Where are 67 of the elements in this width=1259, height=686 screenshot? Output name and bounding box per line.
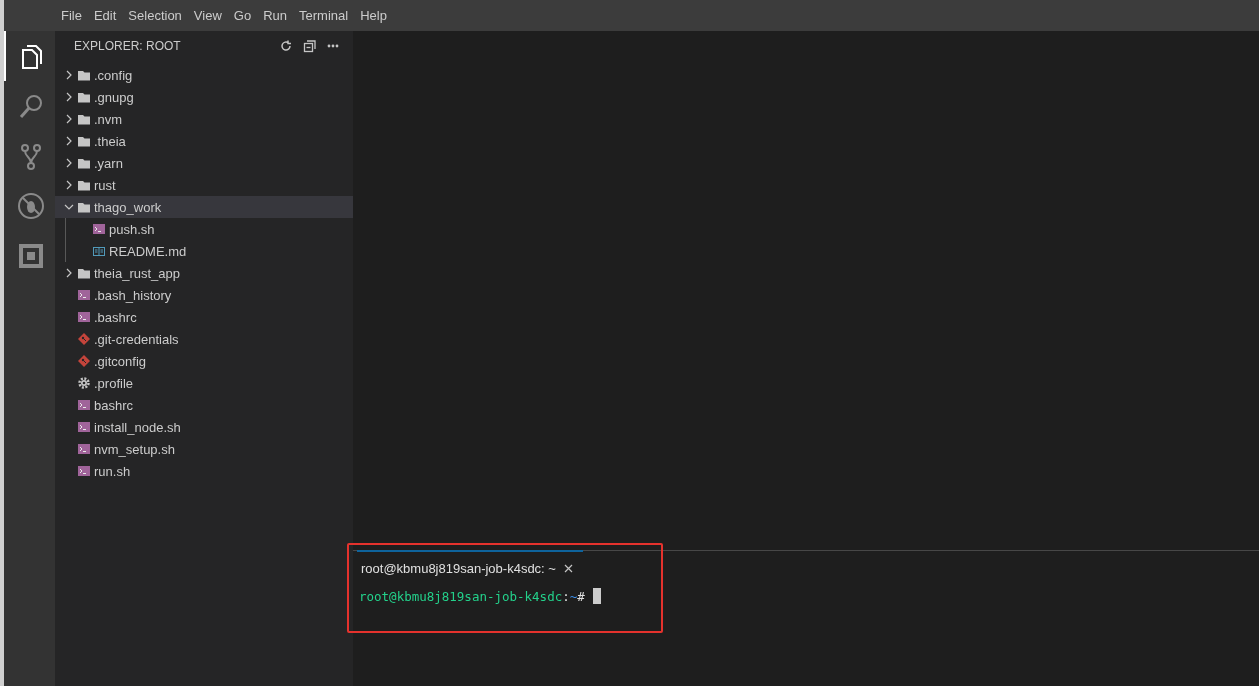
tree-item[interactable]: install_node.sh	[55, 416, 353, 438]
tree-item[interactable]: README.md	[66, 240, 353, 262]
tree-item[interactable]: rust	[55, 174, 353, 196]
text-cursor	[592, 588, 601, 604]
folder-icon	[77, 266, 91, 280]
terminal-tab[interactable]: root@kbmu8j819san-job-k4sdc: ~	[357, 550, 583, 584]
menu-item[interactable]: Terminal	[293, 0, 355, 31]
tree-item[interactable]: .bashrc	[55, 306, 353, 328]
folder-icon	[77, 200, 91, 214]
tree-item[interactable]: push.sh	[66, 218, 353, 240]
chevron-down-icon[interactable]	[64, 202, 74, 212]
tree-item[interactable]: .gitconfig	[55, 350, 353, 372]
explorer-title: EXPLORER: ROOT	[74, 39, 181, 53]
tree-item[interactable]: .git-credentials	[55, 328, 353, 350]
chevron-right-icon[interactable]	[64, 92, 74, 102]
collapse-all-icon[interactable]	[303, 39, 317, 53]
menu-item[interactable]: Run	[257, 0, 293, 31]
tree-item[interactable]: .config	[55, 64, 353, 86]
tree-item[interactable]: .bash_history	[55, 284, 353, 306]
chevron-right-icon[interactable]	[64, 136, 74, 146]
folder-icon	[77, 112, 91, 126]
chevron-right-icon[interactable]	[64, 158, 74, 168]
tree-item[interactable]: thago_work	[55, 196, 353, 218]
chevron-right-icon[interactable]	[64, 268, 74, 278]
tree-item[interactable]: .yarn	[55, 152, 353, 174]
diamond-icon	[77, 332, 91, 346]
book-icon	[92, 244, 106, 258]
extensions-icon[interactable]	[16, 242, 45, 270]
prompt-separator: :	[562, 588, 570, 604]
terminal-file-icon	[77, 398, 91, 412]
terminal-file-icon	[92, 222, 106, 236]
terminal-file-icon	[77, 442, 91, 456]
folder-icon	[77, 156, 91, 170]
chevron-right-icon[interactable]	[64, 180, 74, 190]
tree-item[interactable]: .theia	[55, 130, 353, 152]
chevron-right-icon[interactable]	[64, 114, 74, 124]
chevron-right-icon[interactable]	[64, 70, 74, 80]
refresh-icon[interactable]	[279, 39, 293, 53]
folder-icon	[77, 134, 91, 148]
diamond-icon	[77, 354, 91, 368]
menu-item[interactable]: Selection	[122, 0, 188, 31]
terminal-file-icon	[77, 310, 91, 324]
folder-icon	[77, 178, 91, 192]
close-icon[interactable]	[563, 563, 573, 573]
prompt-symbol: #	[577, 588, 585, 604]
terminal-file-icon	[77, 420, 91, 434]
tree-item[interactable]: run.sh	[55, 460, 353, 482]
folder-icon	[77, 90, 91, 104]
terminal-file-icon	[77, 288, 91, 302]
gear-icon	[77, 376, 91, 390]
menu-item[interactable]: Go	[227, 0, 258, 31]
tree-item[interactable]: bashrc	[55, 394, 353, 416]
tree-item[interactable]: .nvm	[55, 108, 353, 130]
tree-item[interactable]: nvm_setup.sh	[55, 438, 353, 460]
more-icon[interactable]	[327, 44, 339, 48]
prompt-path: ~	[569, 588, 578, 604]
menu-item[interactable]: Edit	[87, 0, 123, 31]
prompt-user-host: root@kbmu8j819san-job-k4sdc	[359, 588, 563, 604]
tree-item[interactable]: .profile	[55, 372, 353, 394]
tree-item[interactable]: theia_rust_app	[55, 262, 353, 284]
menu-item[interactable]: View	[187, 0, 228, 31]
folder-icon	[77, 68, 91, 82]
menu-item[interactable]: File	[55, 0, 88, 31]
tree-item[interactable]: .gnupg	[55, 86, 353, 108]
terminal-file-icon	[77, 464, 91, 478]
debug-icon[interactable]	[16, 192, 45, 220]
menu-item[interactable]: Help	[354, 0, 393, 31]
